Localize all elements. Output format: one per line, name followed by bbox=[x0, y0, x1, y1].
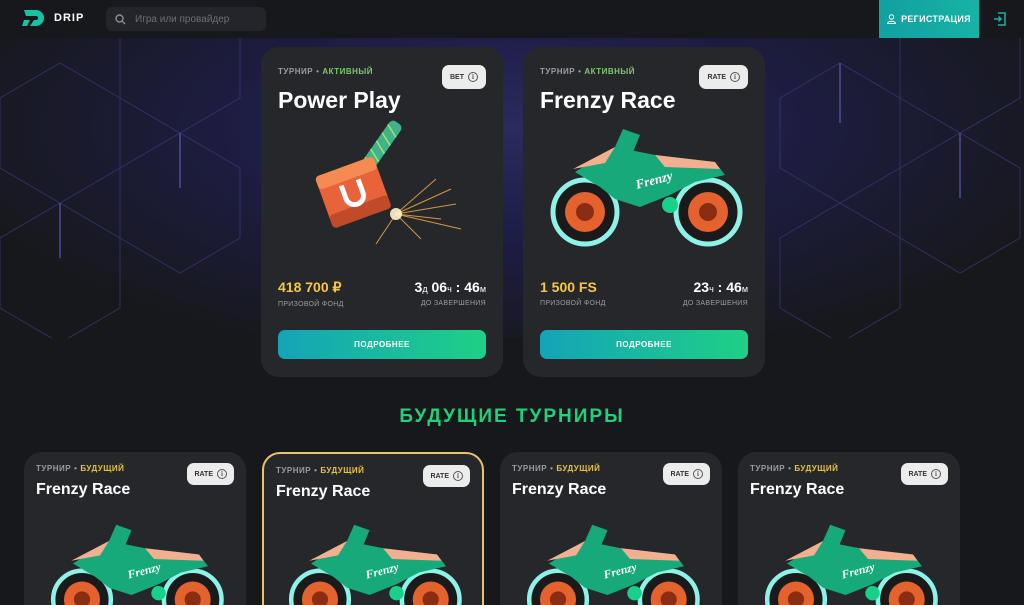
info-icon: i bbox=[931, 469, 941, 479]
badge-label: RATE bbox=[908, 470, 927, 478]
details-button[interactable]: ПОДРОБНЕЕ bbox=[278, 330, 486, 359]
card-title: Frenzy Race bbox=[512, 481, 607, 498]
hero-background bbox=[0, 38, 1024, 338]
motorcycle-illustration: Frenzy bbox=[764, 524, 938, 605]
rate-type-badge[interactable]: RATE i bbox=[901, 463, 948, 485]
card-status: ТУРНИР • БУДУЩИЙ bbox=[276, 466, 365, 475]
card-status: ТУРНИР • АКТИВНЫЙ bbox=[540, 67, 636, 76]
status-type: ТУРНИР bbox=[278, 67, 314, 76]
search-icon bbox=[115, 13, 126, 24]
info-icon: i bbox=[468, 72, 478, 82]
badge-label: RATE bbox=[430, 472, 449, 480]
countdown-timer: 3д 06ч : 46м ДО ЗАВЕРШЕНИЯ bbox=[415, 279, 486, 307]
prize-value: 418 700 ₽ bbox=[278, 279, 342, 295]
card-status: ТУРНИР • БУДУЩИЙ bbox=[512, 464, 601, 473]
prize-label: ПРИЗОВОЙ ФОНД bbox=[540, 300, 606, 307]
future-tournament-card[interactable]: ТУРНИР • БУДУЩИЙ RATE i Frenzy Race Frenzy bbox=[500, 452, 722, 605]
motorcycle-illustration: Frenzy bbox=[550, 129, 743, 247]
card-title: Frenzy Race bbox=[540, 87, 676, 113]
card-status: ТУРНИР • АКТИВНЫЙ bbox=[278, 67, 374, 76]
user-icon bbox=[887, 14, 897, 24]
motorcycle-illustration: Frenzy bbox=[50, 524, 224, 605]
rate-type-badge[interactable]: RATE i bbox=[663, 463, 710, 485]
logo[interactable]: DRIP bbox=[22, 8, 84, 28]
card-title: Frenzy Race bbox=[36, 481, 131, 498]
badge-label: RATE bbox=[670, 470, 689, 478]
timer-value: 3д 06ч : 46м bbox=[414, 279, 486, 295]
status-type: ТУРНИР bbox=[540, 67, 576, 76]
prize-pool: 418 700 ₽ ПРИЗОВОЙ ФОНД bbox=[278, 279, 344, 308]
tournament-card-frenzy-race[interactable]: ТУРНИР • АКТИВНЫЙ RATE i Frenzy Race Frenz… bbox=[523, 47, 765, 377]
countdown-timer: 23ч : 46м ДО ЗАВЕРШЕНИЯ bbox=[683, 279, 748, 307]
tournament-card-power-play[interactable]: ТУРНИР • АКТИВНЫЙ BET i Power Play 418 7… bbox=[261, 47, 503, 377]
prize-label: ПРИЗОВОЙ ФОНД bbox=[278, 301, 344, 308]
card-title: Frenzy Race bbox=[276, 483, 371, 500]
timer-label: ДО ЗАВЕРШЕНИЯ bbox=[682, 300, 748, 307]
motorcycle-illustration: Frenzy bbox=[526, 524, 700, 605]
status-state: БУДУЩИЙ bbox=[794, 464, 839, 473]
timer-label: ДО ЗАВЕРШЕНИЯ bbox=[420, 300, 486, 307]
prize-pool: 1 500 FS ПРИЗОВОЙ ФОНД bbox=[540, 279, 606, 307]
register-button[interactable]: РЕГИСТРАЦИЯ bbox=[879, 0, 979, 38]
card-title: Frenzy Race bbox=[750, 481, 845, 498]
badge-label: RATE bbox=[707, 73, 726, 81]
badge-label: BET bbox=[450, 73, 464, 81]
details-button[interactable]: ПОДРОБНЕЕ bbox=[540, 330, 748, 359]
drip-logo-icon bbox=[22, 10, 44, 26]
hammer-illustration bbox=[315, 120, 462, 245]
rate-type-badge[interactable]: RATE i bbox=[699, 65, 748, 89]
info-icon: i bbox=[730, 72, 740, 82]
motorcycle-illustration: Frenzy bbox=[288, 524, 462, 605]
logo-text: DRIP bbox=[54, 12, 85, 24]
info-icon: i bbox=[217, 469, 227, 479]
card-status: ТУРНИР • БУДУЩИЙ bbox=[36, 464, 125, 473]
rate-type-badge[interactable]: RATE i bbox=[423, 465, 470, 487]
page: DRIP РЕГИСТРАЦИЯ ТУРНИР•АКТИВНЫЙ BET bbox=[0, 0, 1024, 605]
card-status: ТУРНИР • БУДУЩИЙ bbox=[750, 464, 839, 473]
register-label: РЕГИСТРАЦИЯ bbox=[901, 14, 971, 24]
info-icon: i bbox=[693, 469, 703, 479]
future-tournament-card-selected[interactable]: ТУРНИР • БУДУЩИЙ RATE i Frenzy Race Frenzy bbox=[262, 452, 484, 605]
status-state: БУДУЩИЙ bbox=[80, 464, 125, 473]
future-tournaments-heading: БУДУЩИЕ ТУРНИРЫ bbox=[399, 406, 625, 427]
timer-value: 23ч : 46м bbox=[693, 279, 749, 295]
future-tournament-card[interactable]: ТУРНИР • БУДУЩИЙ RATE i Frenzy Race Frenzy bbox=[24, 452, 246, 605]
info-icon: i bbox=[453, 471, 463, 481]
status-state: АКТИВНЫЙ bbox=[322, 67, 374, 76]
top-bar: DRIP РЕГИСТРАЦИЯ bbox=[0, 0, 1024, 38]
search-input[interactable] bbox=[135, 13, 255, 25]
rate-type-badge[interactable]: RATE i bbox=[187, 463, 234, 485]
badge-label: RATE bbox=[194, 470, 213, 478]
search-box[interactable] bbox=[106, 7, 266, 31]
future-tournament-card[interactable]: ТУРНИР • БУДУЩИЙ RATE i Frenzy Race Frenzy bbox=[738, 452, 960, 605]
login-icon[interactable] bbox=[992, 11, 1008, 27]
status-state: БУДУЩИЙ bbox=[320, 466, 365, 475]
status-state: БУДУЩИЙ bbox=[556, 464, 601, 473]
bet-type-badge[interactable]: BET i bbox=[442, 65, 486, 89]
status-state: АКТИВНЫЙ bbox=[584, 67, 636, 76]
prize-value: 1 500 FS bbox=[540, 279, 597, 295]
